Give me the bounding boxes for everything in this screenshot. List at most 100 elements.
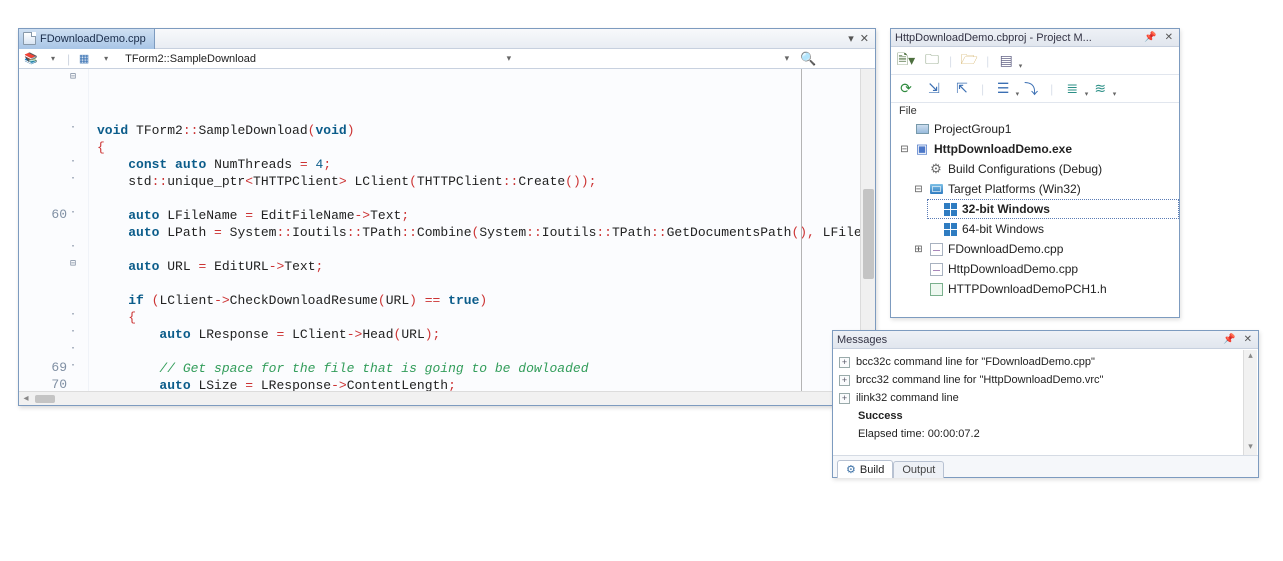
code-line[interactable]: auto LSize = LResponse->ContentLength; — [97, 377, 873, 391]
code-line[interactable]: void TForm2::SampleDownload(void) — [97, 122, 873, 139]
tree-item[interactable]: ⊟▣HttpDownloadDemo.exe — [899, 139, 1179, 159]
messages-tab[interactable]: ⚙ Build — [837, 460, 893, 478]
code-line[interactable]: const auto NumThreads = 4; — [97, 156, 873, 173]
expand-icon[interactable]: + — [839, 393, 850, 404]
tree-item-label: HTTPDownloadDemoPCH1.h — [948, 282, 1107, 296]
tree-item[interactable]: ⊞ FDownloadDemo.cpp — [913, 239, 1179, 259]
expand-toggle-icon[interactable]: ⊟ — [899, 144, 910, 155]
gutter: 606970 ⊟·····⊟···· — [19, 69, 89, 391]
scope-dropdown[interactable]: TForm2::SampleDownload ▾ — [120, 50, 516, 68]
tab-dropdown-icon[interactable]: ▾ — [848, 32, 854, 45]
messages-tab[interactable]: Output — [893, 461, 944, 478]
tree-item-label: 32-bit Windows — [962, 202, 1050, 216]
message-text: Success — [858, 410, 903, 422]
sync-icon[interactable]: ⤵ — [1022, 80, 1040, 98]
member-dropdown[interactable]: ▾ — [522, 50, 794, 68]
tab-controls: ▾ ✕ — [848, 32, 875, 45]
expand-toggle-icon[interactable]: ⊞ — [913, 244, 924, 255]
messages-title-bar[interactable]: Messages 📌 ✕ — [833, 331, 1258, 349]
chevron-down-icon: ▾ — [785, 53, 790, 64]
code-line[interactable] — [97, 241, 873, 258]
tree-item[interactable]: ProjectGroup1 — [899, 119, 1179, 139]
code-line[interactable]: auto URL = EditURL->Text; — [97, 258, 873, 275]
messages-tab-label: Build — [860, 464, 884, 476]
messages-scrollbar[interactable]: ▴ ▾ — [1243, 350, 1257, 455]
new-folder-icon[interactable]: 🗀 — [923, 52, 941, 70]
stack-icon[interactable]: ≣▾ — [1063, 80, 1081, 98]
messages-panel: Messages 📌 ✕ + bcc32c command line for "F… — [832, 330, 1259, 478]
file-icon — [23, 32, 36, 45]
tree-item[interactable]: HTTPDownloadDemoPCH1.h — [913, 279, 1179, 299]
code-line[interactable] — [97, 343, 873, 360]
message-row[interactable]: + brcc32 command line for "HttpDownloadDe… — [839, 371, 1252, 389]
line-number-column: 606970 — [35, 69, 67, 391]
project-tree[interactable]: ProjectGroup1 ⊟▣HttpDownloadDemo.exe ⚙Bui… — [891, 117, 1179, 317]
chevron-down-icon: ▾ — [507, 53, 512, 64]
editor-panel: FDownloadDemo.cpp ▾ ✕ 📚 ▾ | ▦ ▾ TForm2::… — [18, 28, 876, 406]
project-toolbar-row1: 🗎▾ 🗀 | 🗁 | ▤▾ — [891, 47, 1179, 75]
bookmark-icon[interactable]: 📚 — [23, 51, 39, 67]
code-line[interactable]: auto LResponse = LClient->Head(URL); — [97, 326, 873, 343]
horizontal-scrollbar[interactable]: ◂ — [19, 391, 875, 405]
tree-item-label: Build Configurations (Debug) — [948, 162, 1102, 176]
options-icon[interactable]: ▤▾ — [997, 52, 1015, 70]
scroll-left-icon[interactable]: ◂ — [19, 393, 33, 404]
close-icon[interactable]: ✕ — [1242, 334, 1254, 345]
code-line[interactable]: auto LFileName = EditFileName->Text; — [97, 207, 873, 224]
expand-icon[interactable]: + — [839, 357, 850, 368]
folder-icon[interactable]: 🗁 — [960, 52, 978, 70]
refresh-icon[interactable]: ⟳ — [897, 80, 915, 98]
close-icon[interactable]: ✕ — [1163, 32, 1175, 43]
breakpoint-column[interactable] — [19, 69, 35, 391]
tree-item-label: Target Platforms (Win32) — [948, 182, 1081, 196]
tree-item-label: ProjectGroup1 — [934, 122, 1011, 136]
expand-toggle-icon[interactable]: ⊟ — [913, 184, 924, 195]
list-icon[interactable]: ☰▾ — [994, 80, 1012, 98]
pin-icon[interactable]: 📌 — [1142, 32, 1158, 43]
code-line[interactable]: { — [97, 139, 873, 156]
message-row[interactable]: Elapsed time: 00:00:07.2 — [839, 425, 1252, 443]
editor-nav-bar: 📚 ▾ | ▦ ▾ TForm2::SampleDownload ▾ ▾ 🔍 — [19, 49, 875, 69]
message-row[interactable]: + bcc32c command line for "FDownloadDemo.… — [839, 353, 1252, 371]
tree-item-label: 64-bit Windows — [962, 222, 1044, 236]
class-dropdown-icon[interactable]: ▾ — [98, 51, 114, 67]
editor-tab-active[interactable]: FDownloadDemo.cpp — [19, 29, 155, 49]
expand-icon[interactable]: + — [839, 375, 850, 386]
tree-item[interactable]: HttpDownloadDemo.cpp — [913, 259, 1179, 279]
build-icon: ⚙ — [846, 463, 856, 476]
tab-close-icon[interactable]: ✕ — [860, 32, 869, 45]
pin-icon[interactable]: 📌 — [1221, 334, 1237, 345]
messages-list[interactable]: + bcc32c command line for "FDownloadDemo.… — [833, 349, 1258, 455]
project-panel-title-bar[interactable]: HttpDownloadDemo.cbproj - Project M... 📌… — [891, 29, 1179, 47]
search-icon[interactable]: 🔍 — [800, 51, 816, 67]
code-text[interactable]: void TForm2::SampleDownload(void){ const… — [89, 69, 875, 391]
code-line[interactable] — [97, 275, 873, 292]
collapse-icon[interactable]: ⇱ — [953, 80, 971, 98]
code-line[interactable]: auto LPath = System::Ioutils::TPath::Com… — [97, 224, 873, 241]
message-text: bcc32c command line for "FDownloadDemo.c… — [856, 356, 1095, 368]
scroll-up-icon[interactable]: ▴ — [1244, 350, 1257, 364]
code-line[interactable]: std::unique_ptr<THTTPClient> LClient(THT… — [97, 173, 873, 190]
editor-tabstrip: FDownloadDemo.cpp ▾ ✕ — [19, 29, 875, 49]
add-icon[interactable]: 🗎▾ — [897, 52, 915, 70]
code-line[interactable] — [97, 190, 873, 207]
message-row[interactable]: Success — [839, 407, 1252, 425]
tree-item[interactable]: ⚙Build Configurations (Debug) — [913, 159, 1179, 179]
code-line[interactable]: if (LClient->CheckDownloadResume(URL) ==… — [97, 292, 873, 309]
message-text: brcc32 command line for "HttpDownloadDem… — [856, 374, 1103, 386]
class-icon[interactable]: ▦ — [76, 51, 92, 67]
tree-item[interactable]: ⊟ Target Platforms (Win32) — [913, 179, 1179, 199]
fold-column[interactable]: ⊟·····⊟···· — [67, 69, 79, 391]
message-row[interactable]: +ilink32 command line — [839, 389, 1252, 407]
expand-icon[interactable]: ⇲ — [925, 80, 943, 98]
layers-icon[interactable]: ≋▾ — [1091, 80, 1109, 98]
code-line[interactable]: // Get space for the file that is going … — [97, 360, 873, 377]
scroll-thumb[interactable] — [35, 395, 55, 403]
scroll-thumb[interactable] — [863, 189, 874, 279]
bookmark-dropdown-icon[interactable]: ▾ — [45, 51, 61, 67]
tree-item[interactable]: 32-bit Windows — [927, 199, 1179, 219]
tree-item-label: FDownloadDemo.cpp — [948, 242, 1063, 256]
tree-item[interactable]: 64-bit Windows — [927, 219, 1179, 239]
scroll-down-icon[interactable]: ▾ — [1244, 441, 1257, 455]
code-line[interactable]: { — [97, 309, 873, 326]
